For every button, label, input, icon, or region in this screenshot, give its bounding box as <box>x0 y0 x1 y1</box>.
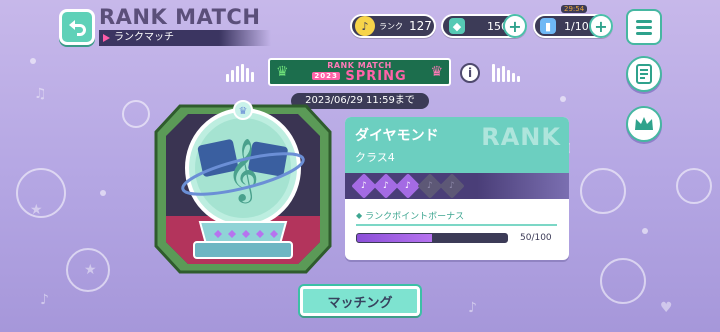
bonus-progress: 50/100 <box>356 233 569 243</box>
equalizer-left-icon <box>226 64 254 82</box>
rank-trophy: 𝄞 ♛ <box>150 96 336 282</box>
ranking-button[interactable] <box>626 106 662 142</box>
add-crystal-button[interactable]: + <box>503 14 527 38</box>
page-header: RANK MATCH ランクマッチ <box>99 5 271 46</box>
note-icon: ♪ <box>427 181 433 191</box>
bg-dot <box>560 96 566 102</box>
page-subtitle-text: ランクマッチ <box>114 32 174 43</box>
bg-circle <box>600 258 646 304</box>
bg-note-icon: ♪ <box>468 300 477 316</box>
progress-bar <box>356 233 508 243</box>
svg-text:♛: ♛ <box>239 106 248 117</box>
live-bonus-counter: ▮ 1/10 + 29:54 <box>533 5 613 38</box>
menu-icon-bar <box>636 31 652 35</box>
bg-circle <box>122 100 150 128</box>
rank-card: RANK ダイヤモンド クラス4 ♪ ♪ ♪ ♪ ♪ ◆ ランクポイントボーナス 50/… <box>345 117 569 260</box>
rank-watermark: RANK <box>481 123 561 151</box>
bg-note-icon: ♫ <box>34 86 47 102</box>
bg-dot <box>642 228 648 234</box>
rank-class: クラス4 <box>355 151 395 164</box>
note-icon: ♪ <box>405 181 411 191</box>
rank-note-empty: ♪ <box>439 173 465 199</box>
crown-icon: ♛ <box>430 64 443 80</box>
page-title: RANK MATCH <box>99 5 261 29</box>
bg-star-icon: ★ <box>30 202 43 218</box>
menu-icon-bar <box>636 19 652 23</box>
bonus-divider <box>356 224 557 226</box>
add-bonus-button[interactable]: + <box>589 14 613 38</box>
season-year: 2023 <box>312 71 340 80</box>
document-icon <box>636 64 652 84</box>
note-icon: ♪ <box>355 16 375 36</box>
crystal-icon: ◆ <box>449 18 465 34</box>
rank-history-button[interactable] <box>626 56 662 92</box>
bonus-label-text: ランクポイントボーナス <box>365 212 465 222</box>
progress-text: 50/100 <box>520 233 552 243</box>
live-bonus-timer: 29:54 <box>561 5 588 13</box>
strip-pattern <box>477 173 569 199</box>
svg-text:𝄞: 𝄞 <box>227 138 259 204</box>
crown-icon <box>635 117 653 130</box>
rank-label: ランク <box>379 21 403 31</box>
pointer-icon <box>103 34 110 42</box>
bg-note-icon: ♪ <box>40 292 49 308</box>
note-icon: ♪ <box>361 181 367 191</box>
bg-star-icon: ♥ <box>660 300 673 316</box>
equalizer-right-icon <box>492 64 520 82</box>
rank-display: ♪ ランク 127 <box>350 14 436 38</box>
back-arrow-icon <box>69 20 86 36</box>
info-button[interactable]: i <box>460 63 480 83</box>
rank-card-header: RANK ダイヤモンド クラス4 <box>345 117 569 173</box>
season-banner-bottom: 2023 SPRING <box>312 70 406 83</box>
season-banner-text: RANK MATCH 2023 SPRING <box>312 61 406 83</box>
note-icon: ♪ <box>383 181 389 191</box>
menu-button[interactable] <box>626 9 662 45</box>
bg-dot <box>30 58 36 64</box>
note-icon: ♪ <box>449 181 455 191</box>
back-button[interactable] <box>59 9 95 45</box>
progress-bar-fill <box>357 234 432 242</box>
crystal-counter: ◆ 150 + <box>441 14 527 38</box>
matching-button[interactable]: マッチング <box>300 286 420 316</box>
bg-dot <box>100 190 106 196</box>
trophy-icon: 𝄞 ♛ <box>154 100 332 274</box>
rank-star-strip: ♪ ♪ ♪ ♪ ♪ <box>345 173 569 199</box>
menu-icon-bar <box>636 25 652 29</box>
crown-icon: ♛ <box>276 64 289 80</box>
live-bonus-value: 1/10 <box>564 19 589 33</box>
bg-circle <box>676 168 712 204</box>
rank-value: 127 <box>409 19 432 33</box>
bonus-drink-icon: ▮ <box>540 18 556 34</box>
season-name: SPRING <box>345 68 407 84</box>
bonus-label: ◆ ランクポイントボーナス <box>356 209 569 222</box>
page-subtitle: ランクマッチ <box>99 30 271 46</box>
season-banner: ♛ RANK MATCH 2023 SPRING ♛ <box>268 58 451 86</box>
diamond-bullet-icon: ◆ <box>356 211 363 220</box>
bg-circle <box>580 168 626 214</box>
bg-star-icon: ★ <box>84 262 97 278</box>
